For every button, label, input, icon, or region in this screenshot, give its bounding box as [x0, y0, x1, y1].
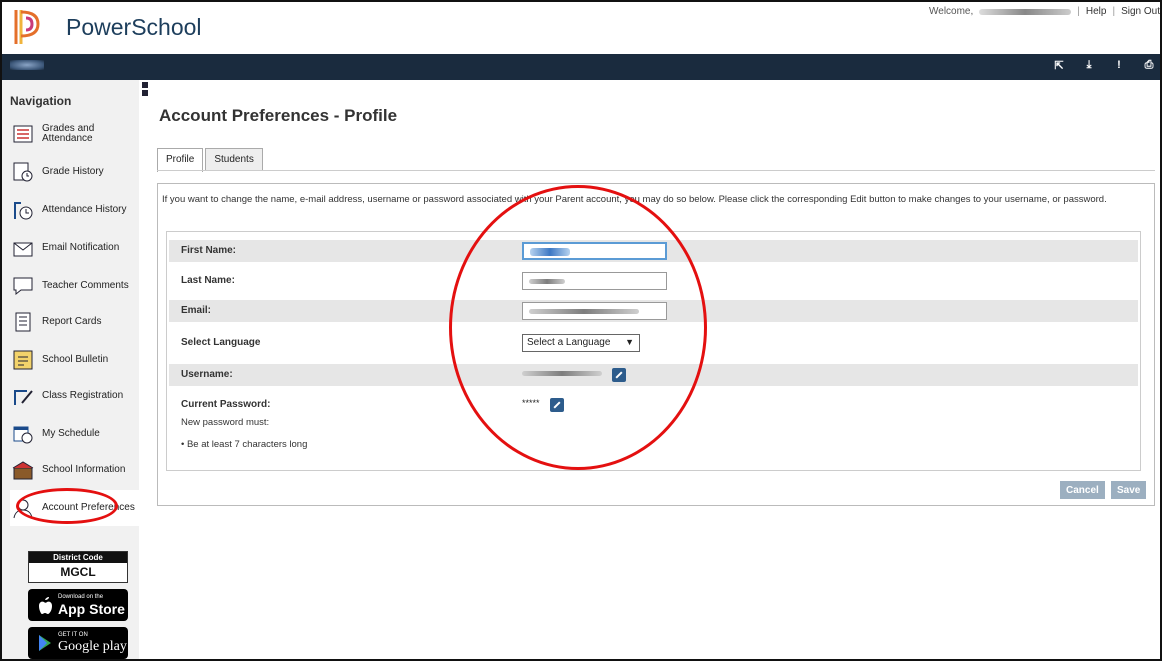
sidebar-item-teacher-comments[interactable]: Teacher Comments [12, 270, 139, 302]
save-button[interactable]: Save [1111, 481, 1147, 499]
page-title: Account Preferences - Profile [159, 106, 398, 125]
schedule-icon [13, 426, 33, 444]
sidebar-item-attendance-history[interactable]: Attendance History [12, 194, 139, 226]
sidebar-item-label: Grades and Attendance [42, 123, 95, 144]
sidebar-item-label: Teacher Comments [42, 280, 129, 291]
sidebar-item-label: Report Cards [42, 316, 102, 327]
attendance-history-icon [14, 202, 33, 220]
top-toolbar: ⇱ ⤓ ! ⎙ [2, 54, 1160, 80]
sidebar-item-report-cards[interactable]: Report Cards [12, 306, 139, 338]
email-icon [13, 242, 33, 257]
school-icon [12, 461, 34, 480]
sidebar: Navigation Grades and Attendance Grade H… [2, 80, 139, 659]
sidebar-item-grade-history[interactable]: Grade History [12, 156, 139, 188]
sidebar-item-my-schedule[interactable]: My Schedule [12, 418, 139, 450]
district-code-value: MGCL [60, 565, 96, 579]
grade-history-icon [13, 162, 33, 182]
registration-icon [14, 390, 33, 405]
tabs: Profile Students [157, 148, 265, 172]
brand-name: PowerSchool [66, 14, 202, 40]
sidebar-item-school-bulletin[interactable]: School Bulletin [12, 344, 139, 376]
print-icon[interactable]: ⎙ [1142, 59, 1156, 72]
google-play-icon [39, 635, 51, 651]
grades-icon [13, 125, 33, 143]
apple-icon [39, 597, 52, 614]
report-card-icon [15, 312, 31, 332]
annotation-ellipse-form [449, 185, 707, 470]
sidebar-item-label: Class Registration [42, 390, 124, 401]
first-name-label: First Name: [181, 245, 237, 256]
password-rule: • Be at least 7 characters long [181, 439, 308, 450]
help-link[interactable]: Help [1086, 6, 1107, 17]
district-code-box: District Code MGCL [28, 551, 128, 583]
sidebar-item-label: Email Notification [42, 242, 120, 253]
tab-students[interactable]: Students [205, 148, 263, 170]
intro-text: If you want to change the name, e-mail a… [162, 194, 1107, 205]
tab-profile[interactable]: Profile [157, 148, 204, 172]
sidebar-item-email-notification[interactable]: Email Notification [12, 232, 139, 264]
sidebar-item-label: School Information [42, 464, 126, 475]
header: PowerSchool Welcome, | Help | Sign Out [2, 2, 1160, 54]
password-rule-intro: New password must: [181, 417, 270, 428]
app-store-badge[interactable]: Download on the App Store [28, 589, 128, 621]
powerschool-logo-icon [14, 10, 40, 44]
annotation-ellipse-sidebar [16, 488, 118, 524]
district-logo [10, 60, 44, 70]
comments-icon [13, 277, 33, 296]
sidebar-item-label: My Schedule [42, 428, 100, 439]
district-code-label: District Code [29, 552, 127, 563]
language-label: Select Language [181, 337, 261, 348]
top-links: Welcome, | Help | Sign Out [929, 6, 1160, 17]
sidebar-item-grades-and-attendance[interactable]: Grades and Attendance [12, 118, 139, 150]
sidebar-item-school-information[interactable]: School Information [12, 454, 139, 486]
sign-out-link[interactable]: Sign Out [1121, 6, 1160, 17]
browser-frame: PowerSchool Welcome, | Help | Sign Out ⇱… [0, 0, 1162, 661]
google-play-badge[interactable]: GET IT ON Google play [28, 627, 128, 659]
password-label: Current Password: [181, 399, 271, 410]
sidebar-item-label: Attendance History [42, 204, 127, 215]
sidebar-collapse-handle[interactable] [142, 80, 150, 98]
alert-icon[interactable]: ! [1112, 59, 1126, 72]
cancel-button[interactable]: Cancel [1060, 481, 1105, 499]
welcome-text: Welcome, [929, 6, 974, 17]
last-name-label: Last Name: [181, 275, 235, 286]
bulletin-icon [13, 350, 33, 370]
username-label: Username: [181, 369, 233, 380]
email-label: Email: [181, 305, 212, 316]
sidebar-item-class-registration[interactable]: Class Registration [12, 380, 139, 412]
sidebar-item-label: School Bulletin [42, 354, 109, 365]
navigation-title: Navigation [10, 94, 72, 108]
external-link-icon[interactable]: ⇱ [1052, 59, 1066, 72]
download-icon[interactable]: ⤓ [1082, 59, 1096, 72]
sidebar-item-label: Grade History [42, 166, 104, 177]
user-name-redacted [979, 8, 1072, 15]
